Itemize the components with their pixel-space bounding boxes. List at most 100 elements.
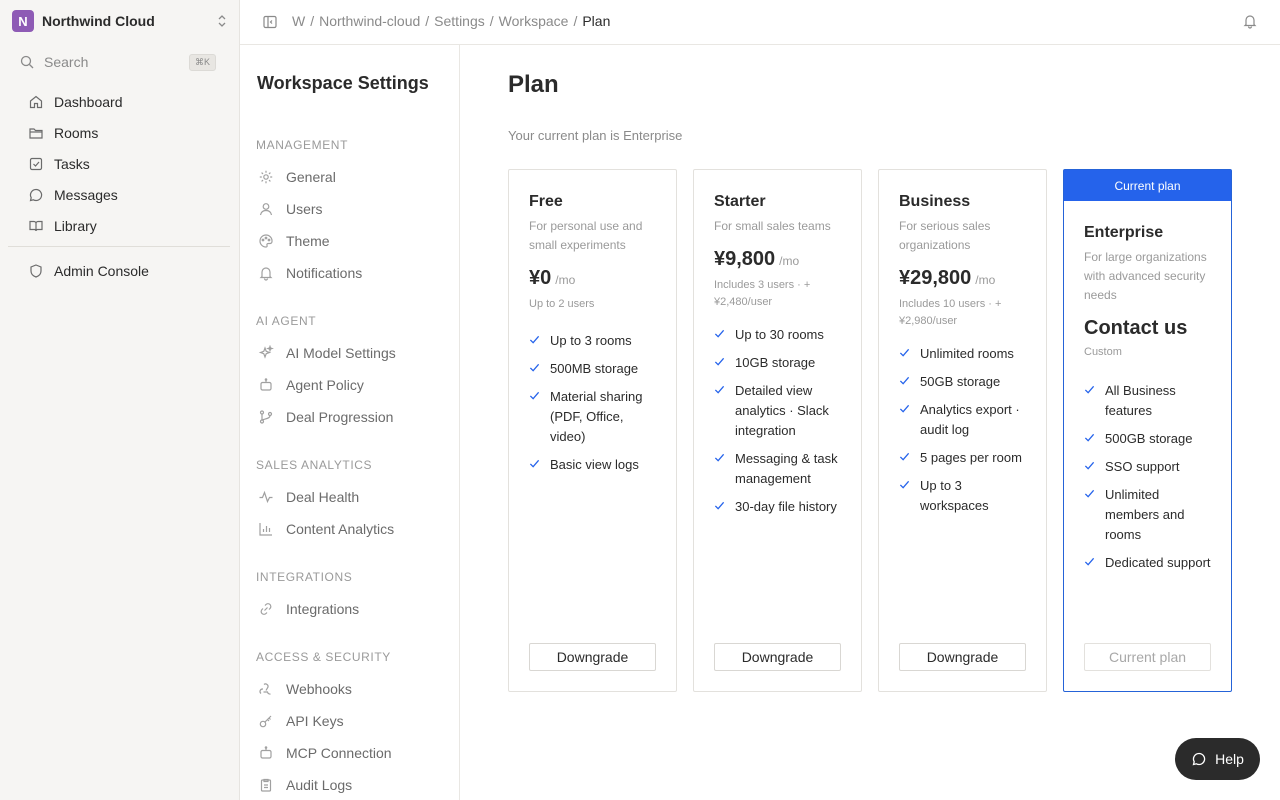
feature-text: Material sharing (PDF, Office, video) [550, 389, 643, 444]
feature-item: 50GB storage [899, 372, 1026, 392]
price-period: /mo [555, 273, 576, 287]
settings-item-label: MCP Connection [286, 745, 392, 761]
feature-list: Up to 30 rooms 10GB storage Detailed vie… [714, 325, 841, 517]
user-icon [259, 203, 273, 216]
check-icon [1084, 385, 1095, 394]
settings-item-general[interactable]: General [258, 167, 336, 187]
chevron-up-down-icon [218, 15, 226, 27]
downgrade-button[interactable]: Downgrade [899, 643, 1026, 671]
settings-item-content-analytics[interactable]: Content Analytics [258, 519, 394, 539]
bell-icon[interactable] [1242, 13, 1258, 29]
nav-item-messages[interactable]: Messages [20, 179, 230, 210]
git-branch-icon [259, 410, 273, 424]
plan-name: Free [529, 193, 563, 210]
settings-item-ai-model[interactable]: AI Model Settings [258, 343, 396, 363]
sidebar-toggle-icon[interactable] [262, 14, 278, 30]
section-title-ai-agent: AI AGENT [256, 314, 317, 328]
feature-item: Up to 3 rooms [529, 331, 656, 351]
settings-item-webhooks[interactable]: Webhooks [258, 679, 352, 699]
feature-item: Up to 3 workspaces [899, 476, 1026, 516]
folder-icon [29, 127, 43, 139]
price-amount: ¥9,800 [714, 248, 776, 270]
home-icon [29, 95, 43, 108]
feature-item: Detailed view analytics · Slack integrat… [714, 381, 841, 441]
check-icon [529, 335, 540, 344]
nav-item-label: Library [54, 217, 97, 234]
breadcrumb-item[interactable]: Settings [434, 13, 485, 29]
downgrade-button[interactable]: Downgrade [529, 643, 656, 671]
plan-name: Enterprise [1084, 224, 1164, 241]
price-amount: ¥0 [529, 267, 552, 289]
plan-price: ¥29,800 /mo [899, 267, 1026, 290]
price-amount: ¥29,800 [899, 267, 972, 289]
settings-item-integrations[interactable]: Integrations [258, 599, 359, 619]
book-icon [29, 220, 43, 231]
plan-description: For small sales teams [714, 219, 831, 233]
settings-item-label: Integrations [286, 601, 360, 617]
feature-text: Basic view logs [550, 457, 639, 472]
breadcrumb-separator: / [489, 13, 494, 29]
section-title-integrations: INTEGRATIONS [256, 570, 353, 584]
page-title: Plan [508, 71, 559, 98]
bar-chart-icon [259, 523, 272, 536]
key-icon [259, 715, 272, 728]
settings-item-audit-logs[interactable]: Audit Logs [258, 775, 352, 795]
feature-item: 500GB storage [1084, 429, 1211, 449]
nav-item-dashboard[interactable]: Dashboard [20, 86, 230, 117]
chat-icon [29, 188, 43, 201]
settings-item-deal-health[interactable]: Deal Health [258, 487, 359, 507]
breadcrumb-separator: / [573, 13, 578, 29]
section-title-access-security: ACCESS & SECURITY [256, 650, 391, 664]
breadcrumb: W / Northwind-cloud / Settings / Workspace /… [292, 13, 610, 29]
feature-text: Unlimited members and rooms [1105, 487, 1185, 542]
breadcrumb-separator: / [425, 13, 430, 29]
check-icon [1084, 433, 1095, 442]
breadcrumb-item[interactable]: Workspace [499, 13, 569, 29]
nav-item-tasks[interactable]: Tasks [20, 148, 230, 179]
feature-item: Up to 30 rooms [714, 325, 841, 345]
workspace-switcher[interactable]: N Northwind Cloud [12, 10, 228, 32]
nav-item-admin-console[interactable]: Admin Console [20, 255, 230, 286]
nav-item-label: Messages [54, 186, 118, 203]
settings-item-label: Deal Health [286, 489, 360, 505]
feature-text: Analytics export · audit log [920, 402, 1020, 437]
check-icon [529, 459, 540, 468]
check-icon [1084, 489, 1095, 498]
breadcrumb-item[interactable]: W [292, 13, 305, 29]
settings-item-label: Theme [286, 233, 330, 249]
check-icon [899, 452, 910, 461]
search-button[interactable]: Search ⌘K [20, 50, 216, 74]
nav-item-rooms[interactable]: Rooms [20, 117, 230, 148]
feature-item: 10GB storage [714, 353, 841, 373]
price-amount: Contact us [1084, 317, 1188, 339]
help-button[interactable]: Help [1175, 738, 1260, 780]
settings-item-agent-policy[interactable]: Agent Policy [258, 375, 364, 395]
settings-item-deal-progression[interactable]: Deal Progression [258, 407, 393, 427]
feature-text: Unlimited rooms [920, 346, 1014, 361]
nav-item-library[interactable]: Library [20, 210, 230, 241]
search-shortcut: ⌘K [188, 53, 216, 71]
check-icon [899, 348, 910, 357]
price-note: Up to 2 users [529, 298, 595, 310]
feature-item: Unlimited rooms [899, 344, 1026, 364]
settings-item-users[interactable]: Users [258, 199, 323, 219]
nav-item-label: Admin Console [54, 262, 149, 279]
plan-name: Business [899, 193, 971, 210]
nav-item-label: Tasks [54, 155, 90, 172]
price-period: /mo [975, 273, 996, 287]
settings-item-mcp-connection[interactable]: MCP Connection [258, 743, 392, 763]
settings-item-label: Users [286, 201, 323, 217]
price-note: Includes 10 users · + ¥2,980/user [899, 298, 1002, 327]
settings-item-api-keys[interactable]: API Keys [258, 711, 344, 731]
settings-item-theme[interactable]: Theme [258, 231, 330, 251]
check-icon [714, 501, 725, 510]
check-icon [714, 385, 725, 394]
feature-item: Material sharing (PDF, Office, video) [529, 387, 656, 447]
settings-item-notifications[interactable]: Notifications [258, 263, 362, 283]
breadcrumb-item[interactable]: Northwind-cloud [319, 13, 420, 29]
breadcrumb-current: Plan [582, 13, 611, 29]
downgrade-button[interactable]: Downgrade [714, 643, 841, 671]
feature-text: 5 pages per room [920, 450, 1022, 465]
nav-divider [8, 246, 230, 247]
check-icon [714, 453, 725, 462]
